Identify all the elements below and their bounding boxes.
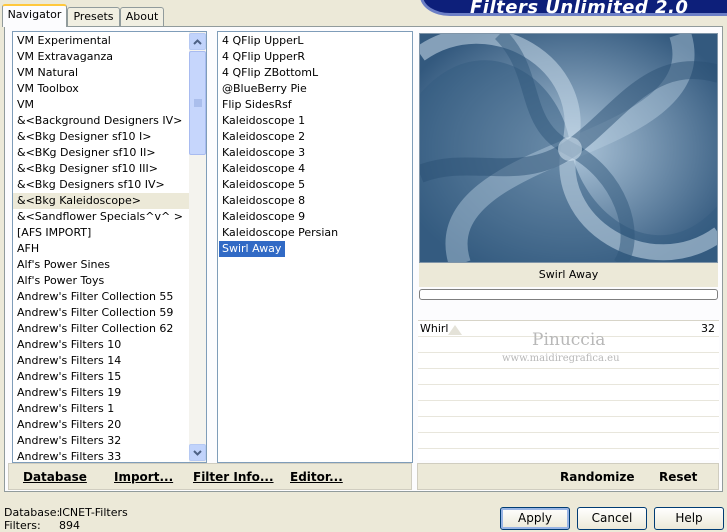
scroll-down-button[interactable] xyxy=(189,444,206,461)
filter-item[interactable]: 4 QFlip UpperR xyxy=(218,49,412,65)
category-item[interactable]: &<BKg Designer sf10 II> xyxy=(13,145,191,161)
filters-count-value: 894 xyxy=(59,519,80,532)
chevron-down-icon xyxy=(193,449,202,456)
category-item[interactable]: VM Extravaganza xyxy=(13,49,191,65)
reset-button[interactable]: Reset xyxy=(659,470,697,484)
category-item[interactable]: Alf's Power Sines xyxy=(13,257,191,273)
editor-button[interactable]: Editor... xyxy=(290,470,343,484)
database-toolbar: Database Import... Filter Info... Editor… xyxy=(8,463,412,490)
scroll-thumb[interactable] xyxy=(189,51,206,155)
database-status-value: ICNET-Filters xyxy=(59,506,128,519)
filter-item[interactable]: Flip SidesRsf xyxy=(218,97,412,113)
category-item[interactable]: Andrew's Filters 14 xyxy=(13,353,191,369)
database-button[interactable]: Database xyxy=(23,470,87,484)
filter-item[interactable]: 4 QFlip UpperL xyxy=(218,33,412,49)
watermark-site: www.maidiregrafica.eu xyxy=(502,353,620,364)
slider-empty xyxy=(418,433,719,449)
swirl-preview xyxy=(420,34,717,262)
slider-handle-icon[interactable] xyxy=(448,325,462,335)
category-item[interactable]: &<Bkg Kaleidoscope> xyxy=(13,193,191,209)
category-items: VM Experimental VM Extravaganza VM Natural… xyxy=(13,32,191,462)
progress-bar xyxy=(419,289,718,300)
apply-button[interactable]: Apply xyxy=(500,507,570,530)
preview-image xyxy=(419,33,718,263)
category-item[interactable]: Andrew's Filters 10 xyxy=(13,337,191,353)
filter-item[interactable]: Kaleidoscope Persian xyxy=(218,225,412,241)
category-item[interactable]: Andrew's Filters 20 xyxy=(13,417,191,433)
category-item[interactable]: Andrew's Filter Collection 62 xyxy=(13,321,191,337)
category-item[interactable]: AFH xyxy=(13,241,191,257)
filter-item[interactable]: Kaleidoscope 2 xyxy=(218,129,412,145)
category-item[interactable]: &<Bkg Designer sf10 I> xyxy=(13,129,191,145)
category-item[interactable]: Andrew's Filters 15 xyxy=(13,369,191,385)
help-button[interactable]: Help xyxy=(654,507,724,530)
category-item[interactable]: Andrew's Filters 1 xyxy=(13,401,191,417)
category-item[interactable]: Andrew's Filters 32 xyxy=(13,433,191,449)
slider-empty xyxy=(418,401,719,417)
category-item[interactable]: Alf's Power Toys xyxy=(13,273,191,289)
database-label: Database xyxy=(23,470,87,484)
import-button[interactable]: Import... xyxy=(114,470,173,484)
filter-item[interactable]: @BlueBerry Pie xyxy=(218,81,412,97)
filter-item[interactable]: Kaleidoscope 1 xyxy=(218,113,412,129)
navigator-panel: VM Experimental VM Extravaganza VM Natural… xyxy=(4,26,723,492)
category-item[interactable]: Andrew's Filter Collection 55 xyxy=(13,289,191,305)
scroll-up-button[interactable] xyxy=(189,33,206,50)
filter-item[interactable]: Kaleidoscope 4 xyxy=(218,161,412,177)
slider-empty xyxy=(418,385,719,401)
tab-navigator[interactable]: Navigator xyxy=(2,4,67,27)
category-item[interactable]: VM Experimental xyxy=(13,33,191,49)
category-item[interactable]: &<Background Designers IV> xyxy=(13,113,191,129)
cancel-button[interactable]: Cancel xyxy=(577,507,647,530)
editor-label: Editor... xyxy=(290,470,343,484)
tab-about[interactable]: About xyxy=(120,7,164,26)
slider-empty xyxy=(418,417,719,433)
app-title: Filters Unlimited 2.0 xyxy=(470,0,689,18)
filter-item[interactable]: 4 QFlip ZBottomL xyxy=(218,65,412,81)
filter-items: 4 QFlip UpperL 4 QFlip UpperR 4 QFlip ZBot… xyxy=(218,32,412,257)
randomize-button[interactable]: Randomize xyxy=(560,470,634,484)
category-item[interactable]: &<Sandflower Specials^v^ > xyxy=(13,209,191,225)
filter-item[interactable]: Kaleidoscope 5 xyxy=(218,177,412,193)
filter-info-label: Filter Info... xyxy=(193,470,274,484)
category-item[interactable]: &<Bkg Designer sf10 III> xyxy=(13,161,191,177)
database-status-label: Database: xyxy=(4,506,61,519)
filter-item[interactable]: Kaleidoscope 9 xyxy=(218,209,412,225)
category-item[interactable]: [AFS IMPORT] xyxy=(13,225,191,241)
category-item[interactable]: VM Toolbox xyxy=(13,81,191,97)
filter-info-button[interactable]: Filter Info... xyxy=(193,470,274,484)
chevron-up-icon xyxy=(193,38,202,45)
category-item[interactable]: VM Natural xyxy=(13,65,191,81)
tab-presets[interactable]: Presets xyxy=(67,7,120,26)
filter-item[interactable]: Kaleidoscope 8 xyxy=(218,193,412,209)
filter-list[interactable]: 4 QFlip UpperL 4 QFlip UpperR 4 QFlip ZBot… xyxy=(217,31,413,463)
selected-filter-name: Swirl Away xyxy=(419,263,718,287)
category-item[interactable]: Andrew's Filter Collection 59 xyxy=(13,305,191,321)
filters-count-label: Filters: xyxy=(4,519,41,532)
slider-empty xyxy=(418,369,719,385)
slider-label: Whirl xyxy=(420,322,449,335)
filter-item-selected-label: Swirl Away xyxy=(219,241,286,257)
category-item[interactable]: Andrew's Filters 33 xyxy=(13,449,191,462)
grip-icon xyxy=(193,99,202,107)
category-scrollbar[interactable] xyxy=(189,32,206,462)
filter-item[interactable]: Swirl Away xyxy=(218,241,412,257)
parameter-toolbar: Randomize Reset xyxy=(417,463,719,490)
category-list[interactable]: VM Experimental VM Extravaganza VM Natural… xyxy=(12,31,207,463)
import-label: Import... xyxy=(114,470,174,484)
category-item[interactable]: VM xyxy=(13,97,191,113)
category-item[interactable]: Andrew's Filters 19 xyxy=(13,385,191,401)
filter-item[interactable]: Kaleidoscope 3 xyxy=(218,145,412,161)
slider-value: 32 xyxy=(701,322,715,335)
category-item[interactable]: &<Bkg Designers sf10 IV> xyxy=(13,177,191,193)
watermark-name: Pinuccia xyxy=(532,330,606,350)
